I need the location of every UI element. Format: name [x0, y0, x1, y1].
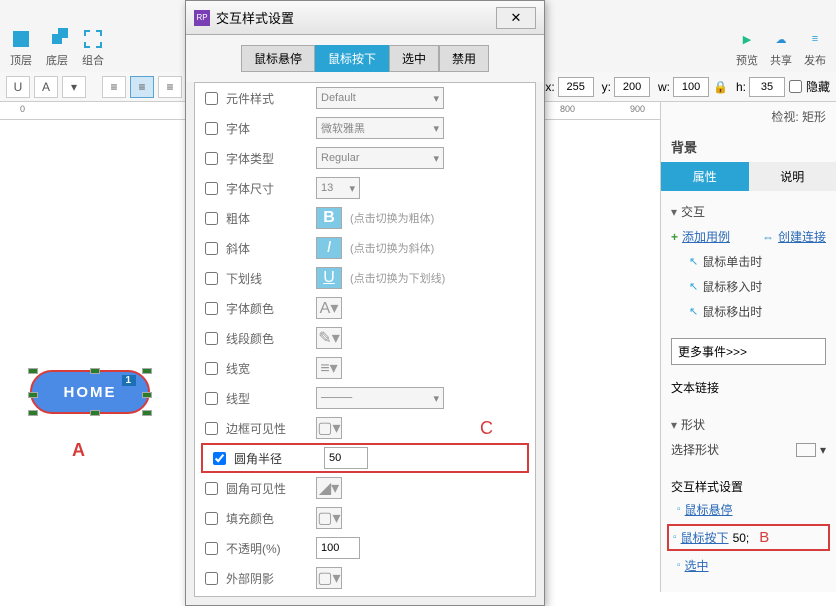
element-style-select[interactable]: Default▾: [316, 87, 444, 109]
dialog-title: 交互样式设置: [216, 8, 294, 27]
row-element-style: 元件样式Default▾: [195, 83, 535, 113]
style-selected-link[interactable]: 选中: [685, 557, 709, 574]
annotation-c: C: [480, 418, 493, 439]
row-font-size: 字体尺寸13▾: [195, 173, 535, 203]
interact-label: 交互: [681, 203, 705, 220]
border-vis-toggle[interactable]: ▢▾: [316, 417, 342, 439]
font-type-select[interactable]: Regular▾: [316, 147, 444, 169]
annotation-b: B: [759, 529, 769, 546]
font-select[interactable]: 微软雅黑▾: [316, 117, 444, 139]
outer-shadow-toggle[interactable]: ▢▾: [316, 567, 342, 589]
line-width-select[interactable]: ≡▾: [316, 357, 342, 379]
share-button[interactable]: ☁共享: [770, 28, 792, 68]
row-fill: 填充颜色▢▾: [195, 503, 535, 533]
text-color-button[interactable]: A: [34, 76, 58, 98]
h-field[interactable]: h:: [736, 77, 785, 97]
annotation-box-b: ▫ 鼠标按下 50; B: [667, 524, 830, 551]
inspect-label: 检视: 矩形: [661, 102, 836, 131]
fill-color-picker[interactable]: ▢▾: [316, 507, 342, 529]
align-center-button[interactable]: ≡: [130, 76, 154, 98]
more-events-button[interactable]: 更多事件>>>: [671, 338, 826, 365]
tab-disabled[interactable]: 禁用: [439, 45, 489, 72]
align-right-button[interactable]: ≡: [158, 76, 182, 98]
line-type-select[interactable]: ────▾: [316, 387, 444, 409]
event-mousein[interactable]: 鼠标移入时: [702, 278, 762, 295]
row-underline: 下划线U(点击切换为下划线): [195, 263, 535, 293]
radius-vis-toggle[interactable]: ◢▾: [316, 477, 342, 499]
create-link[interactable]: 创建连接: [778, 228, 826, 245]
home-shape[interactable]: HOME 1: [30, 370, 150, 414]
right-panel: 检视: 矩形 背景 属性 说明 ▾ 交互 + 添加用例 ⇔ 创建连接 ↖ 鼠标单…: [660, 102, 836, 592]
annotation-a: A: [72, 440, 85, 461]
bold-toggle[interactable]: B: [316, 207, 342, 229]
tab-selected[interactable]: 选中: [389, 45, 439, 72]
style-mousedown-link[interactable]: 鼠标按下: [681, 529, 729, 546]
y-field[interactable]: y:: [602, 77, 650, 97]
dialog-titlebar[interactable]: RP 交互样式设置 ✕: [186, 1, 544, 35]
preview-button[interactable]: ▶预览: [736, 28, 758, 68]
style-section-label: 交互样式设置: [661, 470, 836, 497]
textlink-label: 文本链接: [661, 371, 836, 404]
x-field[interactable]: x:: [545, 77, 593, 97]
row-italic: 斜体I(点击切换为斜体): [195, 233, 535, 263]
row-font-color: 字体颜色A▾: [195, 293, 535, 323]
row-outer-shadow: 外部阴影▢▾: [195, 563, 535, 593]
interaction-style-dialog: RP 交互样式设置 ✕ 鼠标悬停 鼠标按下 选中 禁用 元件样式Default▾…: [185, 0, 545, 606]
close-button[interactable]: ✕: [496, 7, 536, 29]
background-section: 背景: [661, 131, 836, 162]
layer-bottom-button[interactable]: 底层: [46, 28, 68, 68]
tab-properties[interactable]: 属性: [661, 162, 749, 191]
font-color-picker[interactable]: A▾: [316, 297, 342, 319]
publish-button[interactable]: ≡发布: [804, 28, 826, 68]
row-corner-radius: 圆角半径: [201, 443, 529, 473]
badge: 1: [122, 375, 136, 386]
underline-toggle[interactable]: U: [316, 267, 342, 289]
line-color-button[interactable]: ▾: [62, 76, 86, 98]
line-color-picker[interactable]: ✎▾: [316, 327, 342, 349]
event-click[interactable]: 鼠标单击时: [702, 253, 762, 270]
radius-checkbox[interactable]: [213, 452, 226, 465]
select-shape-label: 选择形状: [671, 441, 719, 458]
tab-hover[interactable]: 鼠标悬停: [241, 45, 315, 72]
dialog-body: 元件样式Default▾ 字体微软雅黑▾ 字体类型Regular▾ 字体尺寸13…: [194, 82, 536, 597]
row-line-type: 线型────▾: [195, 383, 535, 413]
row-font: 字体微软雅黑▾: [195, 113, 535, 143]
align-left-button[interactable]: ≡: [102, 76, 126, 98]
app-icon: RP: [194, 10, 210, 26]
row-radius-visibility: 圆角可见性◢▾: [195, 473, 535, 503]
row-bold: 粗体B(点击切换为粗体): [195, 203, 535, 233]
layer-top-button[interactable]: 顶层: [10, 28, 32, 68]
row-opacity: 不透明(%): [195, 533, 535, 563]
radius-input[interactable]: [324, 447, 368, 469]
event-mouseout[interactable]: 鼠标移出时: [702, 303, 762, 320]
underline-button[interactable]: U: [6, 76, 30, 98]
hide-label: 隐藏: [806, 78, 830, 95]
tab-mousedown[interactable]: 鼠标按下: [315, 45, 389, 72]
row-font-type: 字体类型Regular▾: [195, 143, 535, 173]
row-line-color: 线段颜色✎▾: [195, 323, 535, 353]
tab-description[interactable]: 说明: [749, 162, 836, 191]
row-inner-shadow: 内部阴影▢▾: [195, 593, 535, 597]
font-size-select[interactable]: 13▾: [316, 177, 360, 199]
shape-label: 形状: [681, 416, 705, 433]
add-case-link[interactable]: 添加用例: [682, 228, 730, 245]
row-line-width: 线宽≡▾: [195, 353, 535, 383]
hide-checkbox[interactable]: [789, 80, 802, 93]
opacity-input[interactable]: [316, 537, 360, 559]
w-field[interactable]: w:: [658, 77, 709, 97]
style-hover-link[interactable]: 鼠标悬停: [685, 501, 733, 518]
italic-toggle[interactable]: I: [316, 237, 342, 259]
group-button[interactable]: 组合: [82, 28, 104, 68]
